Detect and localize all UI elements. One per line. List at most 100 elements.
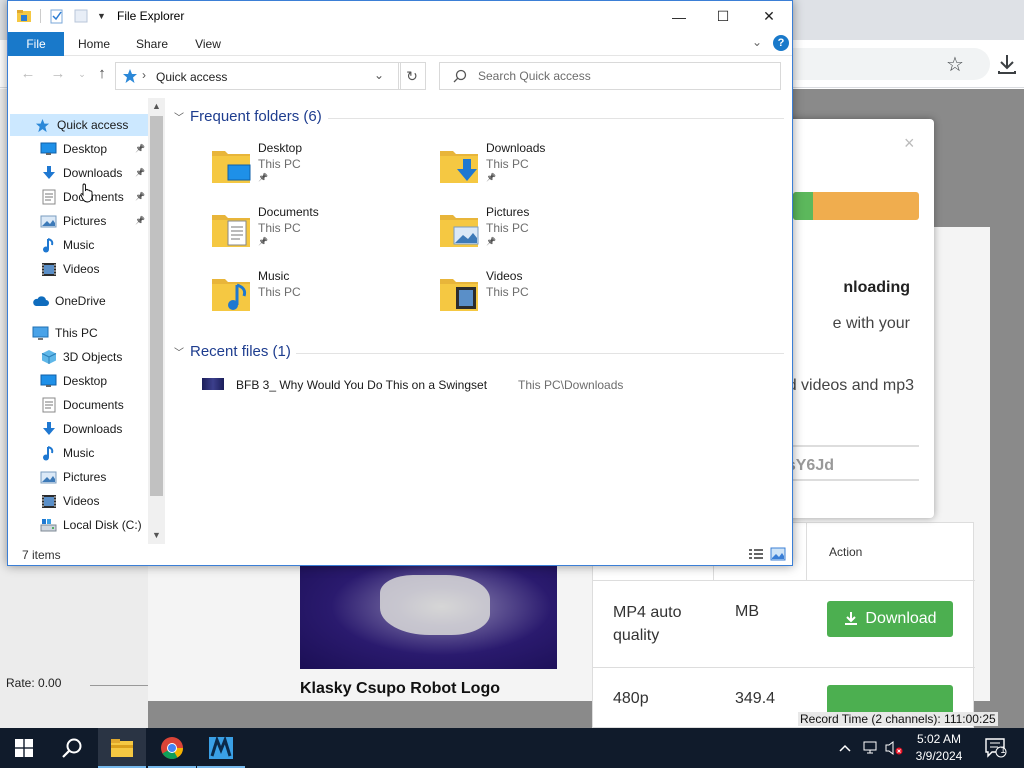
- nav-item-pictures[interactable]: Pictures: [10, 466, 148, 488]
- nav-item-documents[interactable]: Documents: [10, 394, 148, 416]
- nav-item-downloads[interactable]: Downloads: [10, 418, 148, 440]
- navigation-pane-scrollbar[interactable]: ▲ ▼: [148, 98, 165, 544]
- up-arrow-icon[interactable]: ↑: [92, 65, 112, 85]
- nav-item-local-disk-c[interactable]: Local Disk (C:): [10, 514, 148, 536]
- address-bar[interactable]: › Quick access ⌄: [115, 62, 401, 90]
- nav-item-documents[interactable]: Documents 📌: [10, 186, 148, 208]
- folder-tile-pictures[interactable]: Pictures This PC 📌: [438, 203, 648, 259]
- folder-tile-documents[interactable]: Documents This PC 📌: [210, 203, 420, 259]
- show-hidden-icons[interactable]: [838, 728, 852, 768]
- onedrive-cloud-icon: [32, 293, 49, 310]
- close-button[interactable]: ✕: [746, 1, 792, 32]
- music-folder-icon: [212, 279, 250, 311]
- search-box[interactable]: [439, 62, 781, 90]
- start-button[interactable]: [0, 728, 48, 768]
- documents-icon: [40, 189, 57, 206]
- folder-name: Videos: [486, 269, 523, 283]
- recent-file-path: This PC\Downloads: [518, 378, 624, 392]
- taskbar: 5:02 AM 3/9/2024 1: [0, 728, 1024, 768]
- video-thumbnail[interactable]: [300, 565, 557, 669]
- nav-item-label: Music: [63, 238, 95, 252]
- pin-icon[interactable]: 📌: [486, 237, 496, 246]
- refresh-button[interactable]: ↻: [398, 62, 426, 90]
- large-icons-view-icon[interactable]: [770, 547, 786, 561]
- tab-view[interactable]: View: [184, 32, 232, 56]
- nav-item-label: Downloads: [63, 166, 123, 180]
- recent-locations-chevron-icon[interactable]: ⌄: [72, 69, 92, 89]
- help-icon[interactable]: ?: [773, 35, 789, 51]
- scroll-down-arrow-icon[interactable]: ▼: [148, 527, 165, 544]
- rate-label: Rate: 0.00: [6, 676, 62, 690]
- folder-tile-music[interactable]: Music This PC: [210, 267, 420, 323]
- nav-item-pictures[interactable]: Pictures 📌: [10, 210, 148, 232]
- tab-share[interactable]: Share: [128, 32, 176, 56]
- taskbar-file-explorer[interactable]: [98, 728, 146, 768]
- browser-downloads-icon[interactable]: [996, 52, 1018, 76]
- list-item[interactable]: BFB 3_ Why Would You Do This on a Swings…: [200, 376, 790, 396]
- taskbar-recorder-app[interactable]: [197, 728, 245, 768]
- taskbar-chrome[interactable]: [148, 728, 196, 768]
- group-divider: [328, 118, 784, 119]
- nav-item-desktop[interactable]: Desktop: [10, 370, 148, 392]
- nav-item-videos[interactable]: Videos: [10, 258, 148, 280]
- expand-ribbon-icon[interactable]: ⌄: [752, 35, 762, 49]
- scrollbar-thumb[interactable]: [150, 116, 163, 496]
- nav-item-videos[interactable]: Videos: [10, 490, 148, 512]
- minimize-button[interactable]: —: [656, 1, 702, 32]
- search-input[interactable]: [478, 67, 768, 85]
- nav-item-label: Downloads: [63, 422, 123, 436]
- nav-item-music[interactable]: Music: [10, 442, 148, 464]
- collapse-chevron-icon[interactable]: ﹀: [174, 344, 184, 359]
- scroll-up-arrow-icon[interactable]: ▲: [148, 98, 165, 115]
- bookmark-star-icon[interactable]: ☆: [946, 52, 964, 77]
- back-arrow-icon[interactable]: ←: [18, 65, 38, 85]
- address-dropdown-chevron-icon[interactable]: ⌄: [374, 68, 384, 82]
- collapse-chevron-icon[interactable]: ﹀: [174, 109, 184, 124]
- download-button[interactable]: Download: [827, 601, 953, 637]
- nav-item-music[interactable]: Music: [10, 234, 148, 256]
- pin-icon[interactable]: 📌: [135, 144, 145, 154]
- quick-access-star-icon: [123, 69, 137, 83]
- system-clock[interactable]: 5:02 AM 3/9/2024: [906, 731, 972, 765]
- folder-tile-downloads[interactable]: Downloads This PC 📌: [438, 139, 648, 195]
- size-cell: MB: [735, 603, 759, 620]
- download-button-label: Download: [865, 610, 937, 627]
- videos-folder-icon: [440, 279, 478, 311]
- nav-item-3d-objects[interactable]: 3D Objects: [10, 346, 148, 368]
- recent-files-header[interactable]: ﹀ Recent files (1): [174, 343, 291, 360]
- nav-item-onedrive[interactable]: OneDrive: [10, 290, 148, 312]
- action-center-button[interactable]: 1: [984, 728, 1008, 768]
- breadcrumb[interactable]: Quick access: [156, 70, 227, 84]
- folder-location: This PC: [486, 285, 529, 299]
- tab-home[interactable]: Home: [70, 32, 118, 56]
- nav-item-label: Videos: [63, 262, 100, 276]
- pin-icon[interactable]: 📌: [135, 216, 145, 226]
- volume-tray[interactable]: [884, 728, 904, 768]
- details-view-icon[interactable]: [748, 547, 764, 561]
- rate-slider[interactable]: [90, 685, 148, 686]
- pin-icon[interactable]: 📌: [486, 173, 496, 182]
- pin-icon[interactable]: 📌: [258, 237, 268, 246]
- maximize-button[interactable]: ☐: [700, 1, 746, 32]
- 3d-objects-icon: [40, 349, 57, 366]
- breadcrumb-separator-icon[interactable]: ›: [142, 68, 146, 82]
- search-button[interactable]: [48, 728, 96, 768]
- tab-file[interactable]: File: [8, 32, 64, 56]
- nav-item-downloads[interactable]: Downloads 📌: [10, 162, 148, 184]
- new-folder-icon[interactable]: [73, 8, 89, 24]
- pin-icon[interactable]: 📌: [258, 173, 268, 182]
- nav-item-quick-access[interactable]: Quick access: [10, 114, 148, 136]
- title-bar[interactable]: ▼ File Explorer — ☐ ✕: [8, 1, 792, 32]
- folder-tile-desktop[interactable]: Desktop This PC 📌: [210, 139, 420, 195]
- pin-icon[interactable]: 📌: [135, 192, 145, 202]
- frequent-folders-header[interactable]: ﹀ Frequent folders (6): [174, 108, 322, 125]
- pin-icon[interactable]: 📌: [135, 168, 145, 178]
- folder-tile-videos[interactable]: Videos This PC: [438, 267, 648, 323]
- nav-item-this-pc[interactable]: This PC: [10, 322, 148, 344]
- modal-close-icon[interactable]: ×: [904, 133, 915, 154]
- network-tray[interactable]: [862, 728, 880, 768]
- nav-item-desktop[interactable]: Desktop 📌: [10, 138, 148, 160]
- properties-icon[interactable]: [49, 8, 65, 24]
- forward-arrow-icon[interactable]: →: [48, 65, 68, 85]
- customize-toolbar-icon[interactable]: ▼: [97, 11, 106, 21]
